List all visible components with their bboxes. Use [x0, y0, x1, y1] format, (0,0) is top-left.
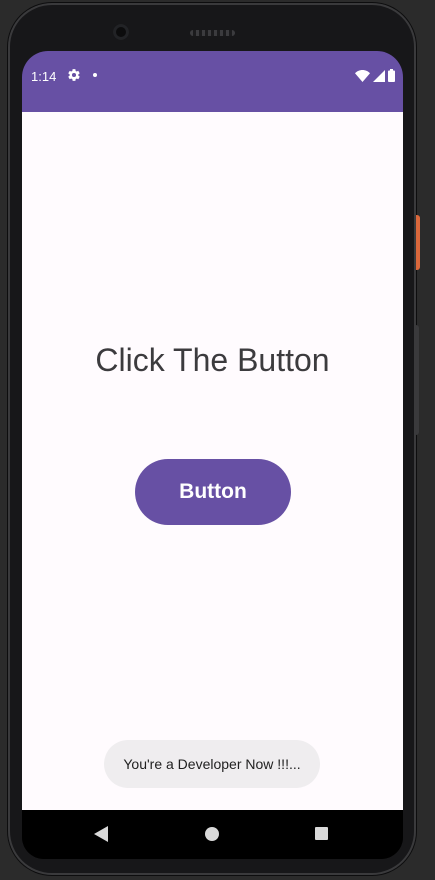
status-icons — [355, 69, 395, 82]
gear-icon — [68, 69, 80, 81]
power-button[interactable] — [416, 215, 420, 270]
recents-icon[interactable] — [315, 827, 328, 840]
status-time: 1:14 — [31, 69, 57, 84]
volume-button[interactable] — [416, 325, 419, 435]
notification-dot-icon — [93, 73, 97, 77]
app-content: Click The Button Button You're a Develop… — [22, 112, 403, 810]
device-screen: 1:14 Click The Button Button You're a De… — [22, 51, 403, 859]
toast-message: You're a Developer Now !!!... — [104, 740, 320, 788]
headline-text: Click The Button — [95, 342, 330, 378]
front-camera-icon — [113, 24, 129, 40]
main-button[interactable]: Button — [135, 459, 291, 525]
wifi-icon — [355, 69, 370, 82]
earpiece-speaker — [190, 30, 235, 36]
signal-icon — [373, 69, 385, 82]
back-icon[interactable] — [94, 826, 108, 842]
navigation-bar — [22, 810, 403, 859]
home-icon[interactable] — [205, 827, 219, 841]
status-bar: 1:14 — [22, 51, 403, 112]
battery-icon — [388, 69, 395, 82]
